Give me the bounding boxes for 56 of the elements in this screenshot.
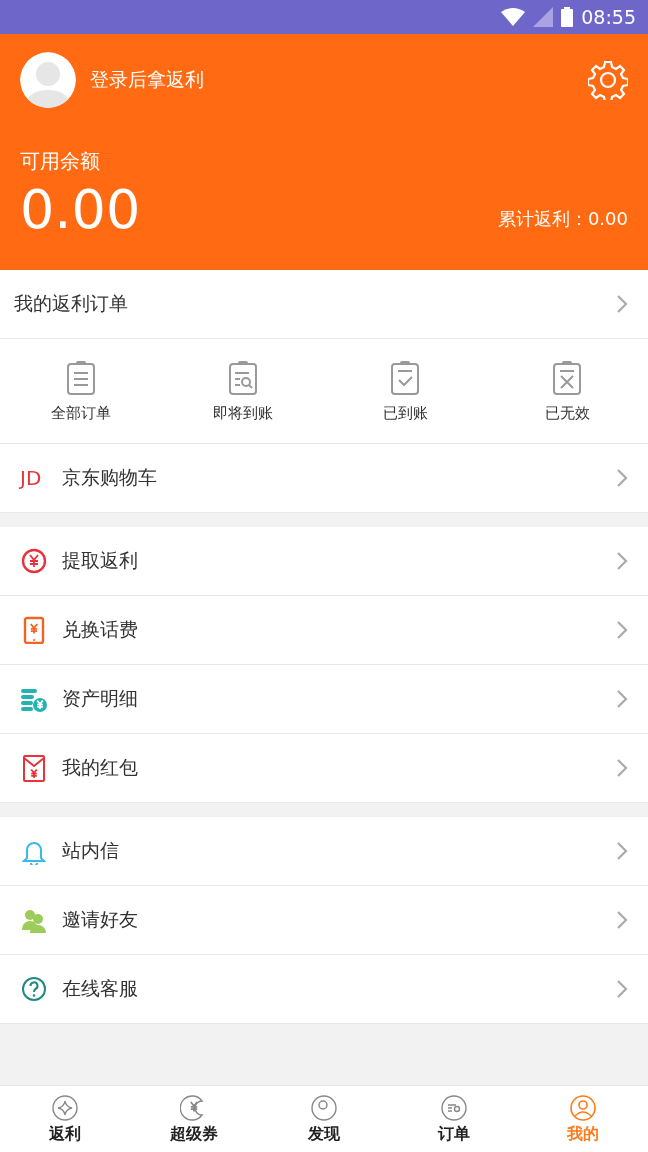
menu-row[interactable]: 资产明细 (0, 665, 648, 734)
tab[interactable]: 超级券 (129, 1086, 260, 1152)
order-list-icon (439, 1093, 468, 1122)
menu-row[interactable]: 提取返利 (0, 527, 648, 596)
row-label: 提取返利 (62, 548, 139, 573)
chevron-icon (616, 468, 628, 488)
wifi-icon (501, 8, 526, 26)
profile-icon (569, 1093, 598, 1122)
chevron-icon (616, 689, 628, 709)
menu-row[interactable]: 在线客服 (0, 955, 648, 1024)
menu-row[interactable]: 我的红包 (0, 734, 648, 803)
row-label: 我的返利订单 (14, 291, 129, 316)
menu-row[interactable]: JD 京东购物车 (0, 444, 648, 513)
total-rebate: 累计返利：0.00 (497, 207, 628, 231)
sparkle-icon (50, 1093, 79, 1122)
category-label: 即将到账 (213, 403, 273, 423)
order-category[interactable]: 全部订单 (0, 339, 162, 443)
category-label: 已无效 (544, 403, 590, 423)
chevron-icon (616, 910, 628, 930)
discover-icon (310, 1093, 338, 1122)
chevron-icon (616, 620, 628, 640)
row-label: 兑换话费 (62, 617, 139, 642)
rebate-orders-row[interactable]: 我的返利订单 (0, 270, 648, 339)
row-label: 站内信 (62, 838, 120, 863)
row-label: 京东购物车 (62, 465, 158, 490)
envelope-icon (20, 754, 48, 782)
chevron-icon (616, 551, 628, 571)
status-time: 08:55 (581, 6, 636, 28)
menu-row[interactable]: 站内信 (0, 817, 648, 886)
row-label: 邀请好友 (62, 907, 139, 932)
avatar-icon[interactable] (20, 52, 76, 108)
menu-row[interactable]: 兑换话费 (0, 596, 648, 665)
question-circle-icon (20, 975, 48, 1003)
tab[interactable]: 订单 (388, 1086, 519, 1152)
row-label: 我的红包 (62, 755, 139, 780)
chevron-icon (616, 841, 628, 861)
order-category[interactable]: 已无效 (486, 339, 648, 443)
balance-label: 可用余额 (20, 148, 101, 175)
balance-amount: 0.00 (20, 183, 141, 237)
category-label: 全部订单 (51, 403, 111, 423)
chevron-icon (616, 979, 628, 999)
battery-icon (561, 7, 574, 27)
order-category[interactable]: 即将到账 (162, 339, 324, 443)
chevron-icon (616, 758, 628, 778)
menu-row[interactable]: 邀请好友 (0, 886, 648, 955)
order-category[interactable]: 已到账 (324, 339, 486, 443)
settings-icon[interactable] (588, 60, 628, 100)
logo-text: JD (20, 466, 43, 490)
yen-coin-icon (20, 547, 48, 575)
row-label: 在线客服 (62, 976, 139, 1001)
tab[interactable]: 返利 (0, 1086, 130, 1152)
row-label: 资产明细 (62, 686, 139, 711)
chevron-icon (616, 294, 628, 314)
tab[interactable]: 发现 (259, 1086, 389, 1152)
signal-icon (533, 7, 554, 27)
category-label: 已到账 (382, 403, 428, 423)
